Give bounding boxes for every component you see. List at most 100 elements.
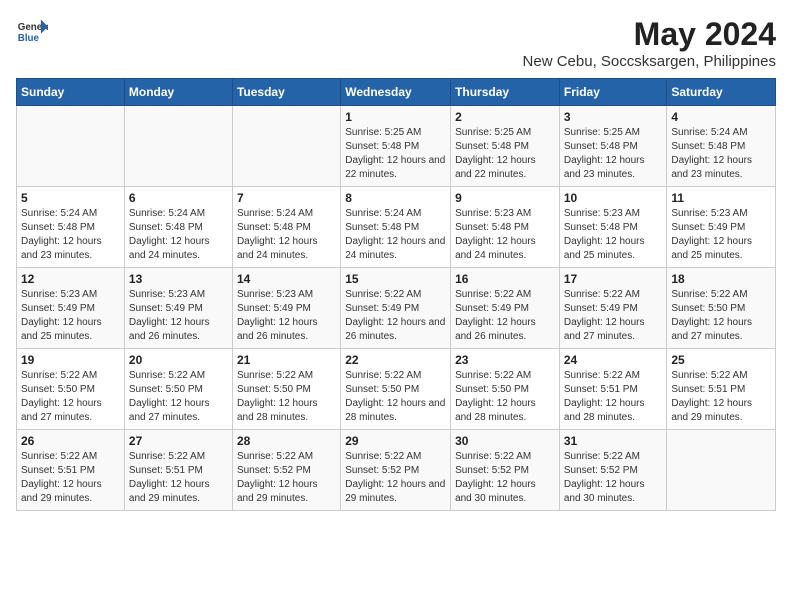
table-row: 17 Sunrise: 5:22 AMSunset: 5:49 PMDaylig… <box>559 268 667 349</box>
day-info: Sunrise: 5:22 AMSunset: 5:52 PMDaylight:… <box>455 450 555 506</box>
svg-text:Blue: Blue <box>18 33 40 44</box>
table-row: 31 Sunrise: 5:22 AMSunset: 5:52 PMDaylig… <box>559 430 667 511</box>
day-info: Sunrise: 5:24 AMSunset: 5:48 PMDaylight:… <box>345 207 446 263</box>
day-number: 29 <box>345 434 446 448</box>
day-number: 21 <box>237 353 336 367</box>
day-info: Sunrise: 5:25 AMSunset: 5:48 PMDaylight:… <box>345 126 446 182</box>
day-info: Sunrise: 5:22 AMSunset: 5:50 PMDaylight:… <box>129 369 228 425</box>
header-tuesday: Tuesday <box>232 79 340 106</box>
table-row: 29 Sunrise: 5:22 AMSunset: 5:52 PMDaylig… <box>341 430 451 511</box>
day-number: 3 <box>564 110 663 124</box>
table-row <box>124 106 232 187</box>
day-number: 28 <box>237 434 336 448</box>
table-row: 4 Sunrise: 5:24 AMSunset: 5:48 PMDayligh… <box>667 106 776 187</box>
table-row: 21 Sunrise: 5:22 AMSunset: 5:50 PMDaylig… <box>232 349 340 430</box>
calendar-week-row: 5 Sunrise: 5:24 AMSunset: 5:48 PMDayligh… <box>17 187 776 268</box>
day-number: 27 <box>129 434 228 448</box>
day-info: Sunrise: 5:22 AMSunset: 5:51 PMDaylight:… <box>564 369 663 425</box>
day-info: Sunrise: 5:24 AMSunset: 5:48 PMDaylight:… <box>237 207 336 263</box>
day-info: Sunrise: 5:22 AMSunset: 5:50 PMDaylight:… <box>21 369 120 425</box>
table-row: 23 Sunrise: 5:22 AMSunset: 5:50 PMDaylig… <box>451 349 560 430</box>
table-row: 26 Sunrise: 5:22 AMSunset: 5:51 PMDaylig… <box>17 430 125 511</box>
table-row: 14 Sunrise: 5:23 AMSunset: 5:49 PMDaylig… <box>232 268 340 349</box>
page-header: General Blue May 2024 New Cebu, Soccsksa… <box>16 16 776 70</box>
day-number: 11 <box>671 191 771 205</box>
table-row <box>17 106 125 187</box>
day-number: 8 <box>345 191 446 205</box>
table-row: 1 Sunrise: 5:25 AMSunset: 5:48 PMDayligh… <box>341 106 451 187</box>
day-number: 16 <box>455 272 555 286</box>
day-number: 25 <box>671 353 771 367</box>
day-info: Sunrise: 5:22 AMSunset: 5:49 PMDaylight:… <box>455 288 555 344</box>
day-info: Sunrise: 5:22 AMSunset: 5:49 PMDaylight:… <box>564 288 663 344</box>
day-number: 1 <box>345 110 446 124</box>
table-row: 25 Sunrise: 5:22 AMSunset: 5:51 PMDaylig… <box>667 349 776 430</box>
calendar-week-row: 1 Sunrise: 5:25 AMSunset: 5:48 PMDayligh… <box>17 106 776 187</box>
table-row: 13 Sunrise: 5:23 AMSunset: 5:49 PMDaylig… <box>124 268 232 349</box>
header-sunday: Sunday <box>17 79 125 106</box>
table-row: 7 Sunrise: 5:24 AMSunset: 5:48 PMDayligh… <box>232 187 340 268</box>
day-info: Sunrise: 5:25 AMSunset: 5:48 PMDaylight:… <box>564 126 663 182</box>
day-info: Sunrise: 5:22 AMSunset: 5:52 PMDaylight:… <box>345 450 446 506</box>
day-number: 4 <box>671 110 771 124</box>
day-number: 15 <box>345 272 446 286</box>
day-number: 10 <box>564 191 663 205</box>
table-row: 2 Sunrise: 5:25 AMSunset: 5:48 PMDayligh… <box>451 106 560 187</box>
day-number: 24 <box>564 353 663 367</box>
day-number: 23 <box>455 353 555 367</box>
day-info: Sunrise: 5:22 AMSunset: 5:52 PMDaylight:… <box>237 450 336 506</box>
day-info: Sunrise: 5:24 AMSunset: 5:48 PMDaylight:… <box>129 207 228 263</box>
table-row: 11 Sunrise: 5:23 AMSunset: 5:49 PMDaylig… <box>667 187 776 268</box>
day-info: Sunrise: 5:23 AMSunset: 5:48 PMDaylight:… <box>564 207 663 263</box>
table-row: 15 Sunrise: 5:22 AMSunset: 5:49 PMDaylig… <box>341 268 451 349</box>
day-number: 26 <box>21 434 120 448</box>
table-row: 10 Sunrise: 5:23 AMSunset: 5:48 PMDaylig… <box>559 187 667 268</box>
month-year-title: May 2024 <box>523 16 776 53</box>
day-number: 30 <box>455 434 555 448</box>
day-number: 19 <box>21 353 120 367</box>
day-info: Sunrise: 5:22 AMSunset: 5:50 PMDaylight:… <box>455 369 555 425</box>
day-number: 14 <box>237 272 336 286</box>
logo: General Blue <box>16 16 48 48</box>
header-thursday: Thursday <box>451 79 560 106</box>
day-number: 13 <box>129 272 228 286</box>
day-info: Sunrise: 5:22 AMSunset: 5:50 PMDaylight:… <box>345 369 446 425</box>
day-info: Sunrise: 5:23 AMSunset: 5:49 PMDaylight:… <box>237 288 336 344</box>
day-number: 7 <box>237 191 336 205</box>
calendar-header-row: Sunday Monday Tuesday Wednesday Thursday… <box>17 79 776 106</box>
day-number: 6 <box>129 191 228 205</box>
title-block: May 2024 New Cebu, Soccsksargen, Philipp… <box>523 16 776 70</box>
table-row: 20 Sunrise: 5:22 AMSunset: 5:50 PMDaylig… <box>124 349 232 430</box>
logo-icon: General Blue <box>16 16 48 48</box>
day-info: Sunrise: 5:25 AMSunset: 5:48 PMDaylight:… <box>455 126 555 182</box>
day-number: 2 <box>455 110 555 124</box>
table-row <box>667 430 776 511</box>
header-monday: Monday <box>124 79 232 106</box>
table-row: 28 Sunrise: 5:22 AMSunset: 5:52 PMDaylig… <box>232 430 340 511</box>
day-info: Sunrise: 5:22 AMSunset: 5:50 PMDaylight:… <box>237 369 336 425</box>
day-info: Sunrise: 5:22 AMSunset: 5:50 PMDaylight:… <box>671 288 771 344</box>
header-friday: Friday <box>559 79 667 106</box>
day-number: 17 <box>564 272 663 286</box>
table-row: 18 Sunrise: 5:22 AMSunset: 5:50 PMDaylig… <box>667 268 776 349</box>
day-number: 22 <box>345 353 446 367</box>
day-info: Sunrise: 5:22 AMSunset: 5:51 PMDaylight:… <box>671 369 771 425</box>
table-row: 19 Sunrise: 5:22 AMSunset: 5:50 PMDaylig… <box>17 349 125 430</box>
day-info: Sunrise: 5:24 AMSunset: 5:48 PMDaylight:… <box>671 126 771 182</box>
day-info: Sunrise: 5:23 AMSunset: 5:49 PMDaylight:… <box>129 288 228 344</box>
calendar-table: Sunday Monday Tuesday Wednesday Thursday… <box>16 78 776 511</box>
header-wednesday: Wednesday <box>341 79 451 106</box>
table-row: 3 Sunrise: 5:25 AMSunset: 5:48 PMDayligh… <box>559 106 667 187</box>
header-saturday: Saturday <box>667 79 776 106</box>
table-row: 27 Sunrise: 5:22 AMSunset: 5:51 PMDaylig… <box>124 430 232 511</box>
calendar-week-row: 19 Sunrise: 5:22 AMSunset: 5:50 PMDaylig… <box>17 349 776 430</box>
table-row: 8 Sunrise: 5:24 AMSunset: 5:48 PMDayligh… <box>341 187 451 268</box>
table-row: 16 Sunrise: 5:22 AMSunset: 5:49 PMDaylig… <box>451 268 560 349</box>
table-row: 5 Sunrise: 5:24 AMSunset: 5:48 PMDayligh… <box>17 187 125 268</box>
day-info: Sunrise: 5:23 AMSunset: 5:49 PMDaylight:… <box>21 288 120 344</box>
day-number: 9 <box>455 191 555 205</box>
table-row: 6 Sunrise: 5:24 AMSunset: 5:48 PMDayligh… <box>124 187 232 268</box>
day-info: Sunrise: 5:22 AMSunset: 5:51 PMDaylight:… <box>21 450 120 506</box>
day-info: Sunrise: 5:22 AMSunset: 5:52 PMDaylight:… <box>564 450 663 506</box>
day-number: 31 <box>564 434 663 448</box>
